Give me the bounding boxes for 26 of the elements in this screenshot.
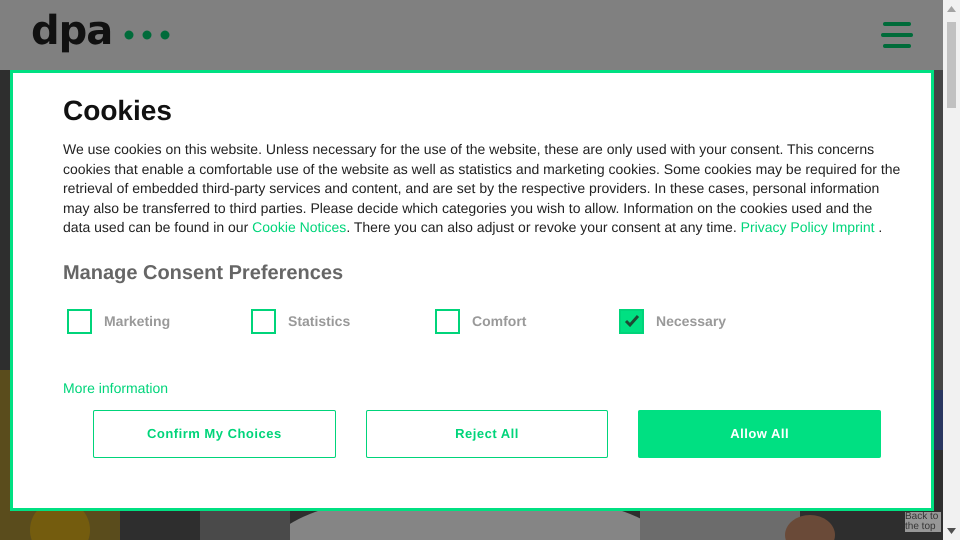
section-heading: Manage Consent Preferences bbox=[63, 262, 344, 285]
checkbox-label: Marketing bbox=[104, 313, 170, 330]
checkbox-label: Comfort bbox=[472, 313, 526, 330]
dialog-button[interactable]: Confirm My Choices bbox=[93, 410, 336, 458]
scroll-thumb[interactable] bbox=[947, 22, 956, 108]
scroll-up-icon[interactable] bbox=[947, 6, 956, 12]
checkbox-label: Necessary bbox=[656, 313, 726, 330]
dots-icon bbox=[124, 30, 170, 40]
checkbox[interactable] bbox=[251, 308, 276, 334]
menu-icon[interactable] bbox=[881, 21, 913, 49]
checkbox-label: Statistics bbox=[288, 313, 350, 330]
checkbox[interactable] bbox=[619, 308, 644, 334]
checkbox[interactable] bbox=[67, 308, 92, 334]
more-information-link[interactable]: More information bbox=[63, 380, 168, 396]
text-link[interactable]: Imprint bbox=[832, 219, 875, 236]
checkbox[interactable] bbox=[435, 308, 460, 334]
intro-paragraph: We use cookies on this website. Unless necessary for the use of the website, these are only used with your consent. This concerns cookies that enable a comfortable use of the website as well as statistics and marketing cookies. Some cookies may be required for the retrieval of embedded third-party services and content, and are set by the respective providers. In these cases, personal information may also be transferred to third parties. Please decide which categories you wish to allow. Information on the cookies used and the data used can be found in our Cookie Notices. There you can also adjust or revoke your consent at any time. Privacy Policy Imprint . bbox=[63, 140, 902, 238]
text-link[interactable]: Cookie Notices bbox=[252, 219, 346, 236]
text-link[interactable]: Privacy Policy bbox=[740, 219, 828, 236]
dialog-button[interactable]: Allow All bbox=[638, 410, 882, 458]
back-to-top-link[interactable]: Back to the top bbox=[905, 512, 941, 532]
logo[interactable]: dpa bbox=[31, 11, 112, 51]
scrollbar[interactable] bbox=[943, 0, 960, 540]
dialog-title: Cookies bbox=[63, 95, 173, 127]
scroll-down-icon[interactable] bbox=[947, 528, 956, 534]
dialog-button[interactable]: Reject All bbox=[366, 410, 608, 458]
